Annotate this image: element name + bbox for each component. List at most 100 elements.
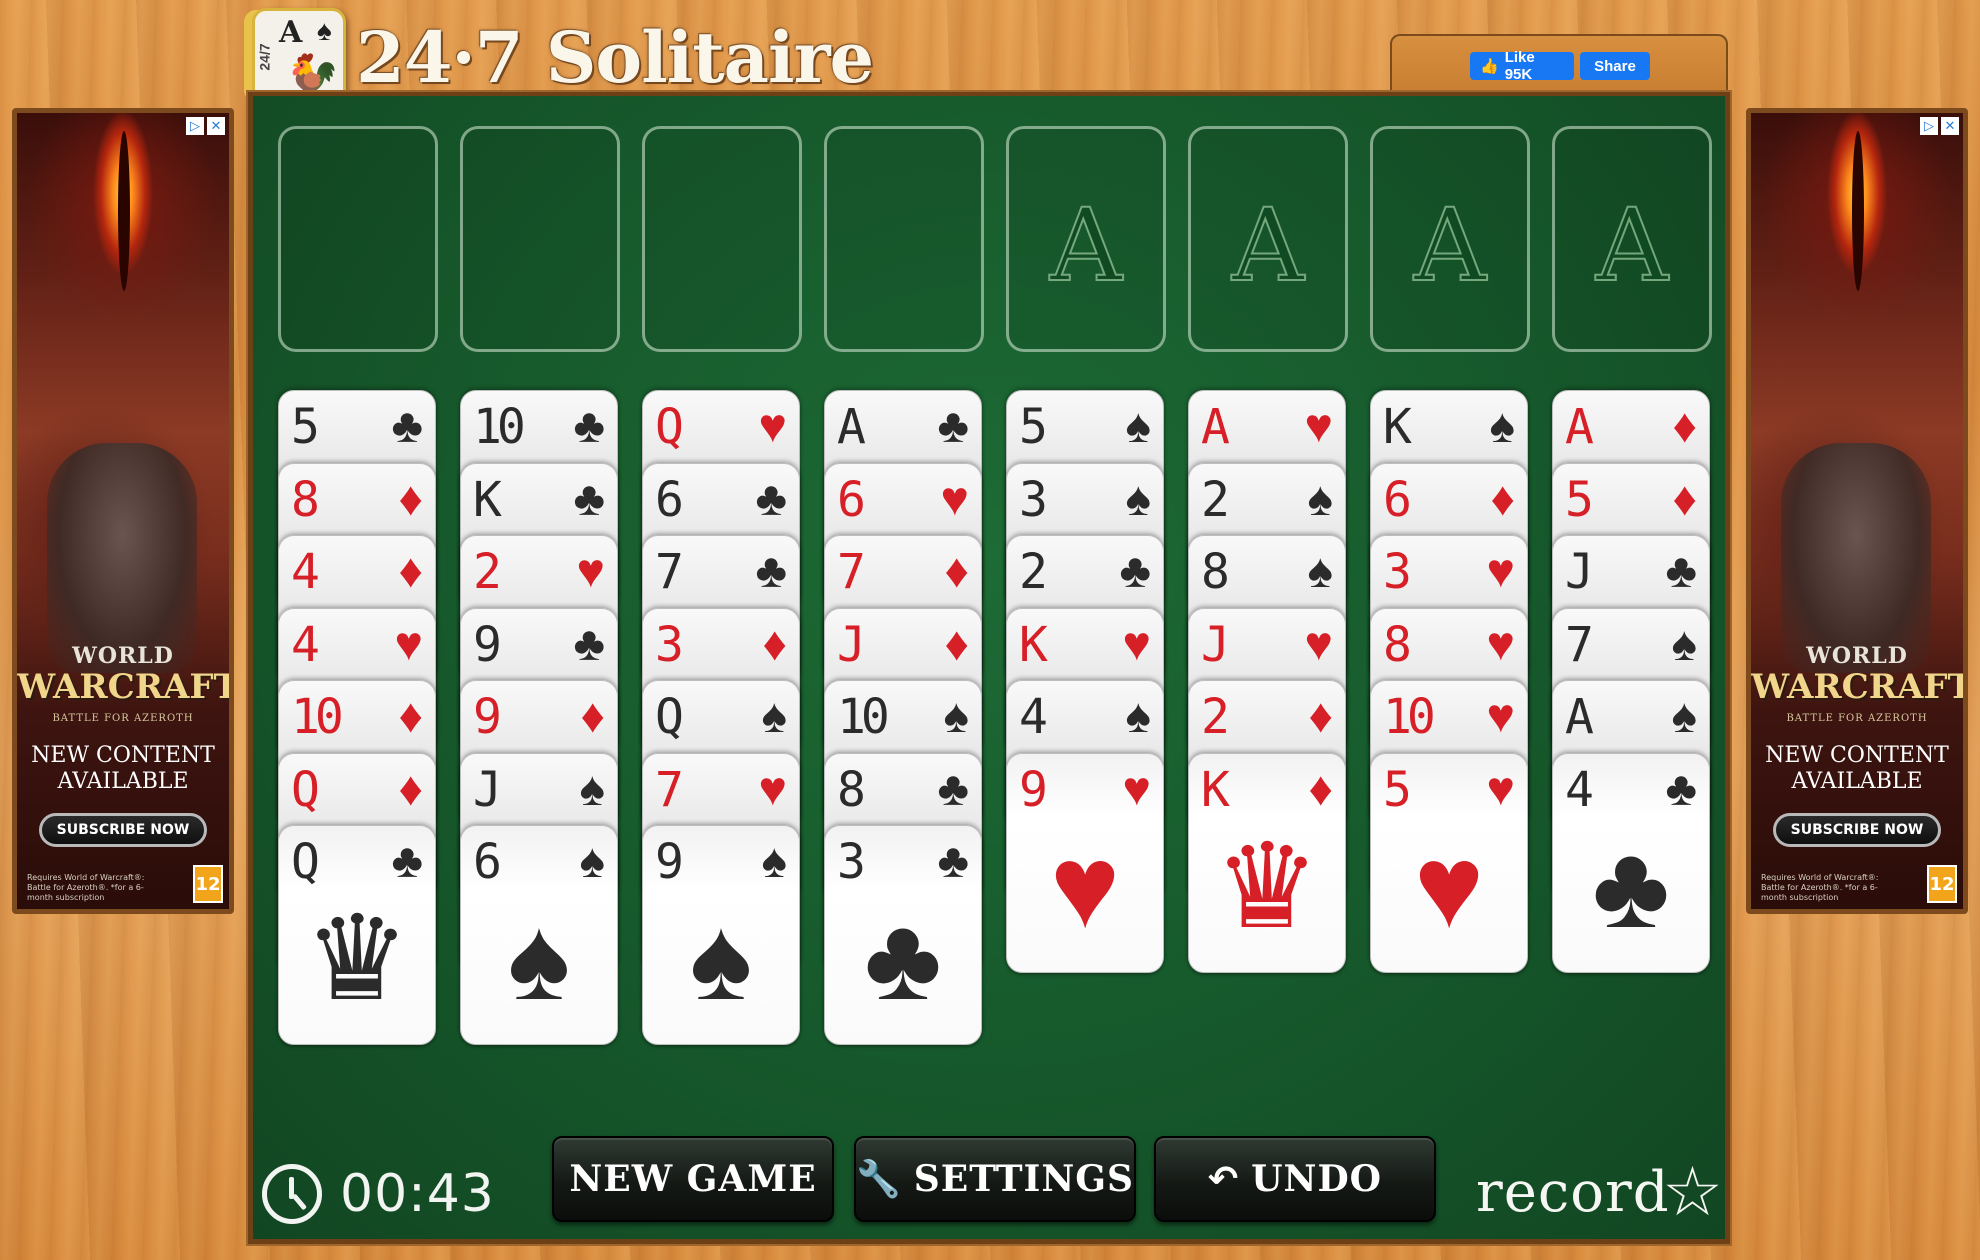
spade-icon: ♠ xyxy=(1125,690,1152,743)
card-rank: J xyxy=(473,762,502,818)
card-rank: 2 xyxy=(1019,544,1048,600)
social-tab: 👍 Like 95K Share xyxy=(1390,34,1728,96)
dragon-image xyxy=(47,443,197,673)
ad-subscribe-button[interactable]: SUBSCRIBE NOW xyxy=(39,813,207,847)
new-game-button[interactable]: NEW GAME xyxy=(552,1136,834,1222)
clock-icon xyxy=(262,1164,322,1224)
heart-icon: ♥ xyxy=(1486,618,1516,671)
ad-brand-top: WORLD xyxy=(1806,643,1908,669)
club-icon: ♣ xyxy=(391,835,424,888)
close-icon[interactable]: ✕ xyxy=(207,117,225,135)
foundation-ace-placeholder: A xyxy=(1049,186,1123,305)
settings-button[interactable]: 🔧 SETTINGS xyxy=(854,1136,1136,1222)
heart-icon: ♥ xyxy=(1122,618,1152,671)
playing-card[interactable]: 9 ♥ ♥ xyxy=(1006,753,1164,973)
card-rank: 9 xyxy=(1019,762,1048,818)
card-rank: 5 xyxy=(291,399,320,455)
foundation-ace-placeholder: A xyxy=(1413,186,1487,305)
site-logo[interactable]: 24/7 A ♠ 🐓 xyxy=(252,8,346,104)
logo-side-text: 24/7 xyxy=(256,43,273,71)
card-rank: 7 xyxy=(655,762,684,818)
club-icon: ♣ xyxy=(1665,545,1698,598)
ad-brand-top: WORLD xyxy=(72,643,174,669)
card-rank: 5 xyxy=(1565,472,1594,528)
heart-icon: ♥ xyxy=(1486,763,1516,816)
heart-icon: ♥ xyxy=(576,545,606,598)
heart-icon: ♥ xyxy=(1304,618,1334,671)
spade-icon: ♠ xyxy=(1307,473,1334,526)
playing-card[interactable]: 5 ♥ ♥ xyxy=(1370,753,1528,973)
diamond-icon: ♦ xyxy=(580,690,606,743)
free-cell-1[interactable] xyxy=(278,126,438,352)
foundation-ace-placeholder: A xyxy=(1595,186,1669,305)
close-icon[interactable]: ✕ xyxy=(1941,117,1959,135)
right-ad-banner[interactable]: ▷ ✕ WORLD WARCRAFT BATTLE FOR AZEROTH NE… xyxy=(1746,108,1968,914)
ad-brand-sub: BATTLE FOR AZEROTH xyxy=(1786,713,1928,724)
card-rank: 2 xyxy=(1201,689,1230,745)
club-icon: ♣ xyxy=(573,400,606,453)
wrench-icon: 🔧 xyxy=(855,1159,902,1200)
diamond-icon: ♦ xyxy=(944,545,970,598)
card-rank: 7 xyxy=(837,544,866,600)
playing-card[interactable]: 6 ♠ ♠ xyxy=(460,825,618,1045)
ad-choices[interactable]: ▷ ✕ xyxy=(186,117,225,135)
card-rank: J xyxy=(837,617,866,673)
diamond-icon: ♦ xyxy=(398,690,424,743)
foundation-3[interactable]: A xyxy=(1370,126,1530,352)
card-rank: A xyxy=(1565,399,1594,455)
record-label[interactable]: record xyxy=(1476,1160,1670,1225)
card-rank: A xyxy=(1201,399,1230,455)
club-icon: ♣ xyxy=(391,400,424,453)
diamond-icon: ♦ xyxy=(1308,763,1334,816)
adchoices-icon[interactable]: ▷ xyxy=(1920,117,1938,135)
card-rank: Q xyxy=(291,762,320,818)
diamond-icon: ♦ xyxy=(1490,473,1516,526)
diamond-icon: ♦ xyxy=(398,473,424,526)
star-icon[interactable]: ☆ xyxy=(1662,1152,1723,1232)
card-rank: 6 xyxy=(1383,472,1412,528)
foundation-ace-placeholder: A xyxy=(1231,186,1305,305)
ad-headline: NEW CONTENT AVAILABLE xyxy=(1765,743,1949,794)
playing-card[interactable]: 9 ♠ ♠ xyxy=(642,825,800,1045)
logo-ace-rank: A xyxy=(279,15,303,50)
heart-icon: ♥ xyxy=(1486,690,1516,743)
card-rank: 8 xyxy=(1383,617,1412,673)
card-rank: A xyxy=(837,399,866,455)
card-rank: 10 xyxy=(837,689,890,745)
card-rank: 7 xyxy=(1565,617,1594,673)
card-rank: 7 xyxy=(655,544,684,600)
facebook-share-button[interactable]: Share xyxy=(1580,52,1650,80)
card-rank: 10 xyxy=(473,399,526,455)
left-ad-banner[interactable]: ▷ ✕ WORLD WARCRAFT BATTLE FOR AZEROTH NE… xyxy=(12,108,234,914)
club-icon: ♣ xyxy=(1592,821,1670,953)
card-rank: 8 xyxy=(291,472,320,528)
heart-icon: ♥ xyxy=(758,400,788,453)
playing-card[interactable]: 3 ♣ ♣ xyxy=(824,825,982,1045)
card-rank: 8 xyxy=(837,762,866,818)
adchoices-icon[interactable]: ▷ xyxy=(186,117,204,135)
new-game-label: NEW GAME xyxy=(569,1158,817,1200)
ad-subscribe-button[interactable]: SUBSCRIBE NOW xyxy=(1773,813,1941,847)
dragon-eye-image xyxy=(118,131,130,291)
heart-icon: ♥ xyxy=(1486,545,1516,598)
foundation-4[interactable]: A xyxy=(1552,126,1712,352)
free-cell-3[interactable] xyxy=(642,126,802,352)
playing-card[interactable]: 4 ♣ ♣ xyxy=(1552,753,1710,973)
undo-button[interactable]: ↶ UNDO xyxy=(1154,1136,1436,1222)
facebook-like-button[interactable]: 👍 Like 95K xyxy=(1470,49,1574,83)
card-rank: 4 xyxy=(291,617,320,673)
card-rank: 5 xyxy=(1019,399,1048,455)
heart-icon: ♥ xyxy=(1413,821,1485,953)
free-cell-2[interactable] xyxy=(460,126,620,352)
foundation-1[interactable]: A xyxy=(1006,126,1166,352)
spade-icon: ♠ xyxy=(1489,400,1516,453)
ad-brand-main: WARCRAFT xyxy=(1751,667,1968,707)
site-title[interactable]: 24·7 Solitaire xyxy=(356,16,874,99)
spade-icon: ♠ xyxy=(1671,690,1698,743)
foundation-2[interactable]: A xyxy=(1188,126,1348,352)
playing-card[interactable]: K ♦ ♛ xyxy=(1188,753,1346,973)
ad-choices[interactable]: ▷ ✕ xyxy=(1920,117,1959,135)
free-cell-4[interactable] xyxy=(824,126,984,352)
heart-icon: ♥ xyxy=(1122,763,1152,816)
playing-card[interactable]: Q ♣ ♛ xyxy=(278,825,436,1045)
